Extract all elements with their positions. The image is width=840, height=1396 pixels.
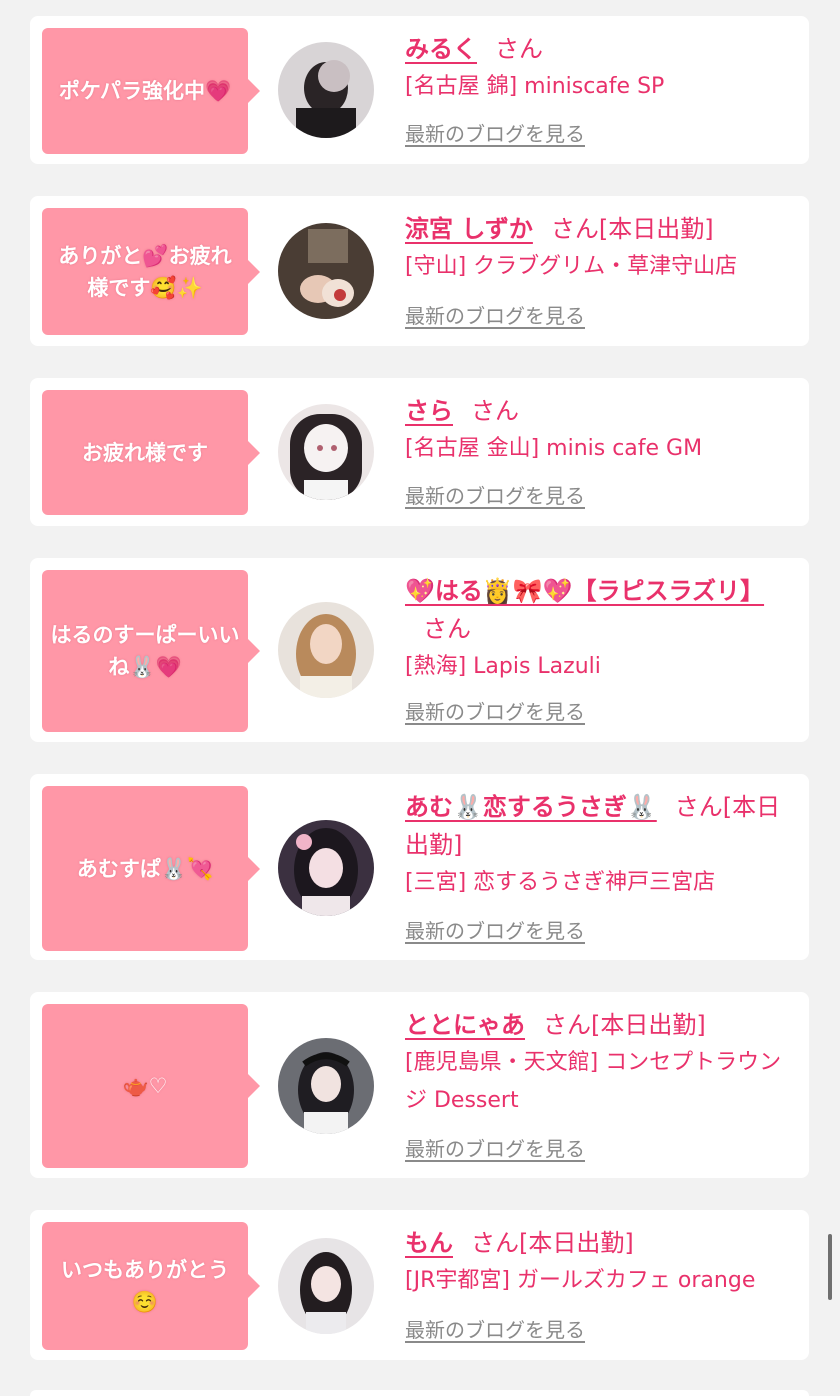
message-text: あむすぱ🐰💘 [76, 856, 214, 881]
message-text: はるのすーぱーいいね🐰💗 [50, 623, 240, 679]
cast-name-link[interactable]: さら [405, 397, 453, 425]
cast-name-link[interactable]: 💖はる👸🎀💖【ラピスラズリ】 [405, 577, 764, 605]
shop-name: [熱海] Lapis Lazuli [405, 654, 601, 679]
avatar[interactable] [278, 1238, 374, 1334]
cast-info: 涼宮 しずか さん[本日出勤] [守山] クラブグリム・草津守山店 [405, 210, 799, 286]
cast-info: さら さん [名古屋 金山] minis cafe GM [405, 392, 799, 468]
shop-name: [守山] クラブグリム・草津守山店 [405, 254, 738, 279]
message-bubble: お疲れ様です [42, 390, 260, 515]
message-text: ありがと💕お疲れ様です🥰✨ [58, 243, 232, 300]
message-card: ありがと💕お疲れ様です🥰✨ 涼宮 しずか さん[本日出勤] [守山] クラブグリム… [30, 196, 809, 346]
message-card: 🫖♡ ととにゃあ さん[本日出勤] [鹿児島県・天文館] コンセプトラウンジ De… [30, 992, 809, 1178]
scrollbar[interactable] [828, 1234, 832, 1300]
message-bubble: ポケパラ強化中💗 [42, 28, 260, 154]
cast-info: もん さん[本日出勤] [JR宇都宮] ガールズカフェ orange [405, 1224, 799, 1300]
latest-blog-link[interactable]: 最新のブログを見る [405, 917, 585, 945]
latest-blog-link[interactable]: 最新のブログを見る [405, 1316, 585, 1344]
message-card: いつもありがとう☺️ もん さん[本日出勤] [JR宇都宮] ガールズカフェ or… [30, 1210, 809, 1360]
cast-name-link[interactable]: もん [405, 1229, 453, 1257]
cast-info: 💖はる👸🎀💖【ラピスラズリ】さん [熱海] Lapis Lazuli [405, 572, 799, 686]
latest-blog-link[interactable]: 最新のブログを見る [405, 1135, 585, 1163]
cast-name-link[interactable]: ととにゃあ [405, 1011, 525, 1039]
latest-blog-link[interactable]: 最新のブログを見る [405, 698, 585, 726]
message-text: いつもありがとう☺️ [61, 1258, 229, 1314]
latest-blog-link[interactable]: 最新のブログを見る [405, 302, 585, 330]
shop-name: [JR宇都宮] ガールズカフェ orange [405, 1268, 756, 1293]
avatar[interactable] [278, 404, 374, 500]
cast-info: あむ🐰恋するうさぎ🐰 さん[本日出勤] [三宮] 恋するうさぎ神戸三宮店 [405, 788, 799, 902]
message-card: お疲れ様です さら さん [名古屋 金山] minis cafe GM 最新のブロ… [30, 378, 809, 526]
avatar[interactable] [278, 42, 374, 138]
avatar[interactable] [278, 1038, 374, 1134]
cast-name-link[interactable]: 涼宮 しずか [405, 215, 533, 243]
message-bubble: いつもありがとう☺️ [42, 1222, 260, 1350]
cast-name-link[interactable]: みるく [405, 35, 477, 63]
avatar[interactable] [278, 223, 374, 319]
latest-blog-link[interactable]: 最新のブログを見る [405, 120, 585, 148]
message-bubble: あむすぱ🐰💘 [42, 786, 260, 951]
message-card: あむすぱ🐰💘 あむ🐰恋するうさぎ🐰 さん[本日出勤] [三宮] 恋するうさぎ神戸三… [30, 774, 809, 960]
avatar[interactable] [278, 602, 374, 698]
cast-info: みるく さん [名古屋 錦] miniscafe SP [405, 30, 799, 106]
cast-info: ととにゃあ さん[本日出勤] [鹿児島県・天文館] コンセプトラウンジ Desse… [405, 1006, 799, 1120]
message-text: お疲れ様です [82, 440, 208, 465]
message-text: 🫖♡ [122, 1074, 168, 1098]
message-bubble: 🫖♡ [42, 1004, 260, 1168]
message-bubble: はるのすーぱーいいね🐰💗 [42, 570, 260, 732]
message-bubble: ありがと💕お疲れ様です🥰✨ [42, 208, 260, 335]
cast-name-link[interactable]: あむ🐰恋するうさぎ🐰 [405, 793, 657, 821]
message-card [30, 1390, 809, 1396]
message-text: ポケパラ強化中💗 [58, 79, 232, 103]
latest-blog-link[interactable]: 最新のブログを見る [405, 482, 585, 510]
avatar[interactable] [278, 820, 374, 916]
message-card: はるのすーぱーいいね🐰💗 💖はる👸🎀💖【ラピスラズリ】さん [熱海] Lapis… [30, 558, 809, 742]
shop-name: [名古屋 錦] miniscafe SP [405, 74, 665, 99]
shop-name: [鹿児島県・天文館] コンセプトラウンジ Dessert [405, 1050, 782, 1113]
shop-name: [三宮] 恋するうさぎ神戸三宮店 [405, 870, 716, 895]
message-card: ポケパラ強化中💗 みるく さん [名古屋 錦] miniscafe SP 最新のブ… [30, 16, 809, 164]
shop-name: [名古屋 金山] minis cafe GM [405, 436, 703, 461]
